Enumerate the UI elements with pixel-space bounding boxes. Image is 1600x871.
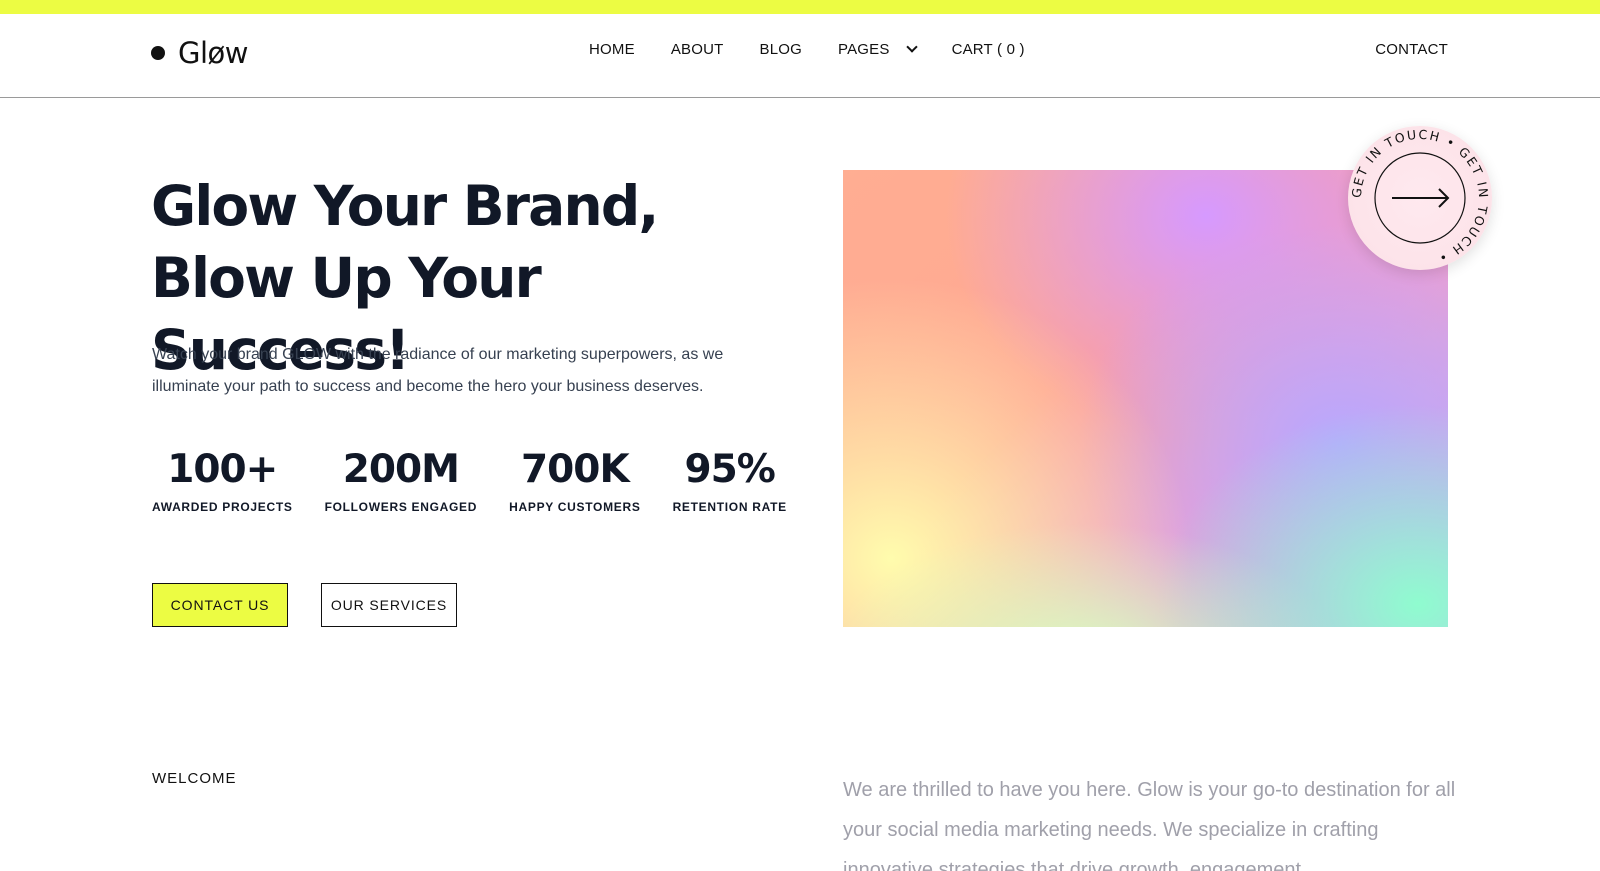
arrow-right-icon <box>1392 188 1450 208</box>
logo-dot-icon <box>151 46 165 60</box>
stat-value: 700K <box>521 447 630 492</box>
stat-item: 95% RETENTION RATE <box>673 444 787 514</box>
nav-pages-label: PAGES <box>837 41 890 58</box>
welcome-text: We are thrilled to have you here. Glow i… <box>843 779 1456 871</box>
stat-item: 100+ AWARDED PROJECTS <box>152 444 293 514</box>
nav-home[interactable]: HOME <box>589 41 635 58</box>
hero-title-highlight: Brand, <box>462 174 660 238</box>
stat-label: AWARDED PROJECTS <box>152 500 293 514</box>
stat-value: 100+ <box>167 447 278 492</box>
nav-about[interactable]: ABOUT <box>671 41 724 58</box>
stat-label: HAPPY CUSTOMERS <box>509 500 641 514</box>
announcement-bar <box>0 0 1600 14</box>
stat-label: RETENTION RATE <box>672 500 787 514</box>
hero-title-part1: Glow Your <box>151 174 463 238</box>
stat-value: 95% <box>684 447 776 492</box>
chevron-down-icon <box>905 41 918 53</box>
logo[interactable]: Gløw <box>151 36 249 70</box>
stat-label: FOLLOWERS ENGAGED <box>324 500 478 514</box>
stat-value: 200M <box>342 447 460 492</box>
our-services-button[interactable]: OUR SERVICES <box>321 583 457 627</box>
badge-ring-textpath: GET IN TOUCH • GET IN TOUCH • <box>1349 127 1490 266</box>
main-nav: HOME ABOUT BLOG PAGES CART ( 0 ) <box>589 41 1061 58</box>
stats-row: 100+ AWARDED PROJECTS 200M FOLLOWERS ENG… <box>152 444 819 514</box>
hero-title-highlight-wrap: Brand, <box>458 170 662 242</box>
site-header: Gløw HOME ABOUT BLOG PAGES CART ( 0 ) CO… <box>0 14 1600 98</box>
stat-item: 200M FOLLOWERS ENGAGED <box>325 444 478 514</box>
nav-blog[interactable]: BLOG <box>760 41 802 58</box>
header-contact-link[interactable]: CONTACT <box>1375 41 1448 58</box>
badge-ring-text: GET IN TOUCH • GET IN TOUCH • <box>1349 127 1491 266</box>
nav-pages-dropdown[interactable]: PAGES <box>837 41 918 58</box>
get-in-touch-badge[interactable]: GET IN TOUCH • GET IN TOUCH • <box>1348 126 1492 270</box>
hero-description: Watch your brand GLOW with the radiance … <box>152 346 724 395</box>
stat-item: 700K HAPPY CUSTOMERS <box>509 444 640 514</box>
logo-text: Gløw <box>178 36 249 70</box>
badge-graphic: GET IN TOUCH • GET IN TOUCH • <box>1349 127 1491 266</box>
contact-us-button[interactable]: CONTACT US <box>152 583 288 627</box>
welcome-label: WELCOME <box>152 770 237 787</box>
nav-cart[interactable]: CART ( 0 ) <box>952 41 1025 58</box>
